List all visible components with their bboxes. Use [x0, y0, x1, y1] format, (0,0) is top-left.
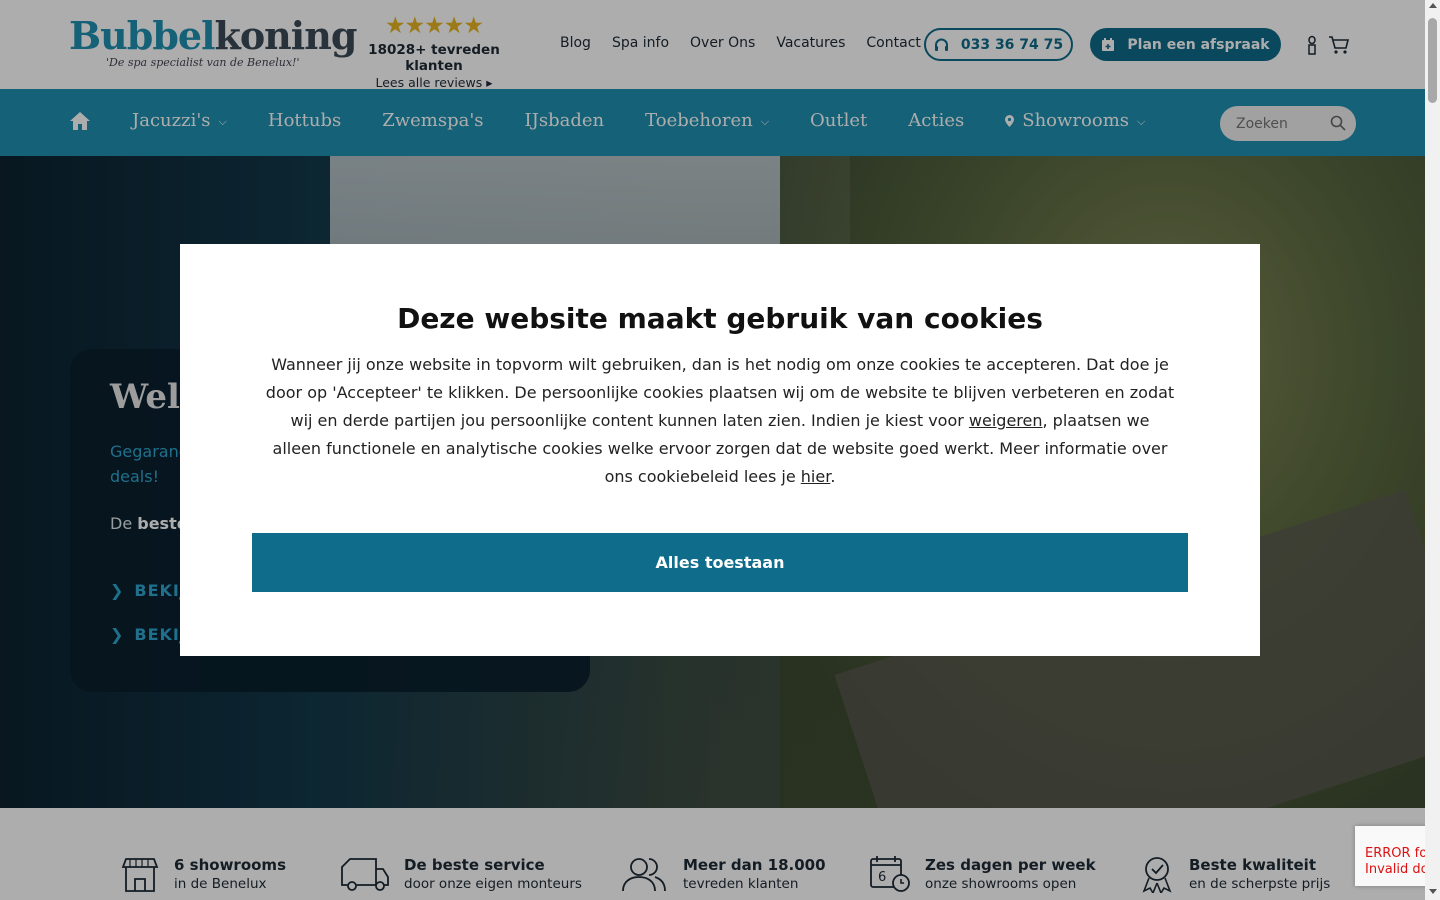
cookie-policy-link[interactable]: hier: [801, 467, 831, 486]
recaptcha-badge[interactable]: ERROR fo Invalid do: [1355, 826, 1430, 886]
accept-all-cookies-button[interactable]: Alles toestaan: [252, 533, 1188, 592]
refuse-cookies-link[interactable]: weigeren: [969, 411, 1043, 430]
scrollbar-thumb[interactable]: [1428, 18, 1437, 103]
cookie-text: Wanneer jij onze website in topvorm wilt…: [265, 355, 1175, 486]
page-scrollbar[interactable]: [1425, 0, 1440, 900]
scroll-down-arrow-icon[interactable]: [1429, 889, 1437, 894]
cookie-title: Deze website maakt gebruik van cookies: [397, 302, 1043, 335]
cookie-consent-dialog: Deze website maakt gebruik van cookies W…: [180, 244, 1260, 656]
scroll-up-arrow-icon[interactable]: [1429, 3, 1437, 8]
